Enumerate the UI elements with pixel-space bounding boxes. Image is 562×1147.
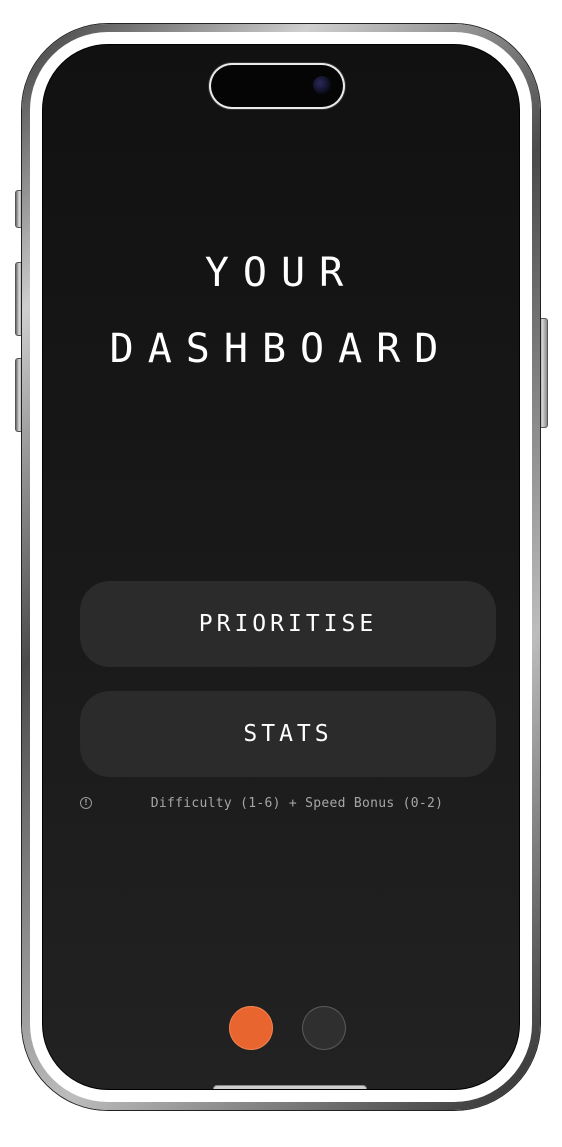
scoring-info-text: Difficulty (1-6) + Speed Bonus (0-2) [150,795,444,811]
camera-icon [313,76,331,94]
dynamic-island [211,65,343,107]
scoring-info: ! Difficulty (1-6) + Speed Bonus (0-2) [80,793,496,813]
page-title-line-1: YOUR [204,250,358,296]
page-indicator-dot-active[interactable] [229,1006,273,1050]
page-title-line-2: DASHBOARD [109,326,453,372]
app-screen: YOUR DASHBOARD PRIORITISE STATS ! Diffic… [42,44,520,1090]
page-indicator-dot[interactable] [302,1006,346,1050]
phone-frame: YOUR DASHBOARD PRIORITISE STATS ! Diffic… [22,24,540,1110]
info-circle-icon[interactable]: ! [80,797,92,809]
prioritise-button[interactable]: PRIORITISE [80,581,496,667]
phone-bezel: YOUR DASHBOARD PRIORITISE STATS ! Diffic… [30,32,532,1102]
device-mockup: YOUR DASHBOARD PRIORITISE STATS ! Diffic… [0,0,562,1147]
home-indicator[interactable] [213,1085,367,1089]
stats-button[interactable]: STATS [80,691,496,777]
